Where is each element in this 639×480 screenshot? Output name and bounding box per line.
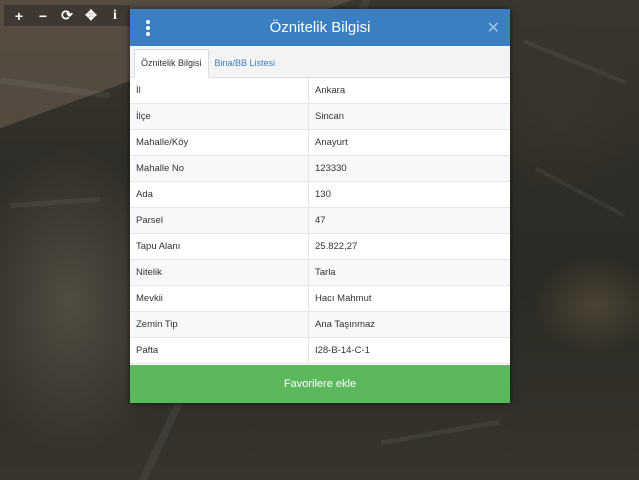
attribute-key: Pafta (130, 337, 309, 364)
table-row: Ada 130 (130, 181, 510, 208)
attribute-value: 47 (308, 207, 510, 234)
attribute-key: İl (130, 78, 309, 104)
locate-icon[interactable]: ✥ (82, 7, 100, 25)
table-row: Mevkii Hacı Mahmut (130, 285, 510, 312)
attribute-info-panel: Öznitelik Bilgisi ✕ Öznitelik Bilgisi Bi… (130, 9, 510, 403)
attribute-table: İl Ankara İlçe Sincan Mahalle/Köy Anayurt M… (130, 78, 510, 364)
attribute-value: 130 (308, 181, 510, 208)
attribute-key: Mahalle No (130, 155, 309, 182)
attribute-value: Ankara (308, 78, 510, 104)
attribute-value: Ana Taşınmaz (308, 311, 510, 338)
attribute-value: Sincan (308, 103, 510, 130)
close-icon[interactable]: ✕ (487, 18, 500, 38)
attribute-value: 25.822,27 (308, 233, 510, 260)
tab-attribute-info[interactable]: Öznitelik Bilgisi (134, 49, 209, 78)
map-toolbar: + − ⟳ ✥ i (4, 5, 130, 26)
attribute-key: Ada (130, 181, 309, 208)
table-row: Nitelik Tarla (130, 259, 510, 286)
tab-bar: Öznitelik Bilgisi Bina/BB Listesi (130, 46, 510, 78)
refresh-icon[interactable]: ⟳ (58, 7, 76, 25)
table-row: Zemin Tip Ana Taşınmaz (130, 311, 510, 338)
zoom-in-icon[interactable]: + (10, 7, 28, 25)
attribute-value: Tarla (308, 259, 510, 286)
attribute-value: 123330 (308, 155, 510, 182)
attribute-value: Anayurt (308, 129, 510, 156)
table-row: Parsel 47 (130, 207, 510, 234)
table-row: İlçe Sincan (130, 103, 510, 130)
attribute-key: Mahalle/Köy (130, 129, 309, 156)
table-row: Pafta I28-B-14-C-1 (130, 337, 510, 364)
table-row: İl Ankara (130, 78, 510, 104)
attribute-key: Tapu Alanı (130, 233, 309, 260)
table-row: Mahalle/Köy Anayurt (130, 129, 510, 156)
add-to-favorites-button[interactable]: Favorilere ekle (130, 365, 510, 403)
attribute-key: Mevkii (130, 285, 309, 312)
attribute-key: Zemin Tip (130, 311, 309, 338)
attribute-value: Hacı Mahmut (308, 285, 510, 312)
info-icon[interactable]: i (106, 7, 124, 25)
tab-building-list[interactable]: Bina/BB Listesi (209, 50, 282, 77)
table-row: Mahalle No 123330 (130, 155, 510, 182)
attribute-value: I28-B-14-C-1 (308, 337, 510, 364)
attribute-key: Parsel (130, 207, 309, 234)
zoom-out-icon[interactable]: − (34, 7, 52, 25)
attribute-key: İlçe (130, 103, 309, 130)
panel-title: Öznitelik Bilgisi (269, 19, 371, 36)
table-row: Tapu Alanı 25.822,27 (130, 233, 510, 260)
attribute-key: Nitelik (130, 259, 309, 286)
menu-icon[interactable] (140, 15, 156, 40)
panel-header: Öznitelik Bilgisi ✕ (130, 9, 510, 46)
